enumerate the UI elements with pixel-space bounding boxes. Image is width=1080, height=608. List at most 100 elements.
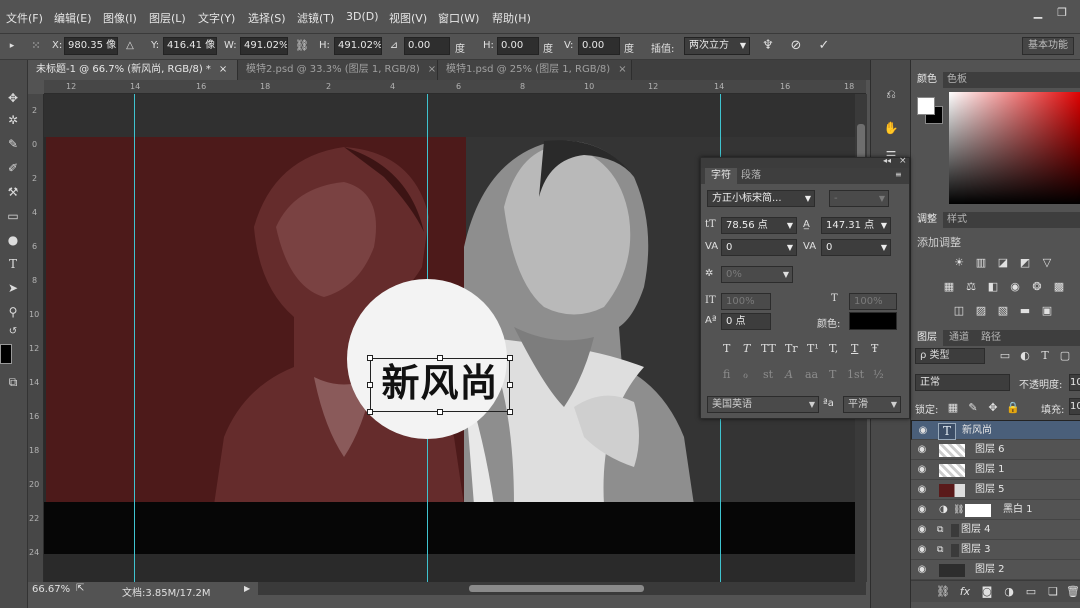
- all-caps-button[interactable]: TT: [761, 342, 776, 355]
- antialias-select[interactable]: 平滑 ▼: [843, 396, 901, 413]
- stylistic-alternates-button[interactable]: aa: [805, 368, 818, 381]
- layer-row[interactable]: ◉ T 新风尚: [911, 420, 1080, 440]
- menu-image[interactable]: 图像(I): [103, 10, 137, 26]
- tab-model1[interactable]: 模特1.psd @ 25% (图层 1, RGB/8) ×: [438, 60, 632, 80]
- lock-paint-icon[interactable]: ✎: [965, 401, 981, 415]
- swap-colors-icon[interactable]: ↺: [2, 322, 24, 342]
- close-icon[interactable]: ×: [899, 156, 907, 166]
- tab-adjustments[interactable]: 调整: [911, 212, 943, 228]
- menu-select[interactable]: 选择(S): [248, 10, 286, 26]
- hue-sat-icon[interactable]: ▦: [941, 280, 957, 294]
- transform-bounding-box[interactable]: [370, 358, 510, 412]
- layer-row[interactable]: ◉ ⧉ 图层 4: [911, 520, 1080, 540]
- faux-bold-button[interactable]: T: [723, 342, 730, 355]
- export-icon[interactable]: ⇱: [76, 583, 84, 594]
- layer-thumbnail[interactable]: [939, 564, 965, 577]
- status-menu-icon[interactable]: ▶: [244, 584, 250, 593]
- tab-layers[interactable]: 图层: [911, 330, 943, 346]
- foreground-color-swatch[interactable]: [0, 344, 12, 364]
- tab-character[interactable]: 字符: [705, 168, 737, 184]
- transform-handle[interactable]: [507, 409, 513, 415]
- fractions-button[interactable]: ½: [873, 368, 884, 381]
- tab-model2[interactable]: 模特2.psd @ 33.3% (图层 1, RGB/8) ×: [238, 60, 438, 80]
- swash-button[interactable]: A: [785, 368, 793, 381]
- exposure-icon[interactable]: ◩: [1017, 256, 1033, 270]
- mask-link-icon[interactable]: ⛓: [953, 503, 964, 517]
- panel-menu-icon[interactable]: ≡: [895, 170, 902, 179]
- kerning-field[interactable]: 0 ▼: [721, 239, 797, 256]
- filter-shape-icon[interactable]: ▢: [1057, 349, 1073, 363]
- visibility-eye-icon[interactable]: ◉: [915, 520, 929, 540]
- tab-untitled[interactable]: 未标题-1 @ 66.7% (新风尚, RGB/8) * ×: [28, 60, 238, 80]
- gradient-icon[interactable]: ▭: [2, 206, 24, 226]
- reference-point-icon[interactable]: ⁙: [26, 37, 46, 55]
- posterize-icon[interactable]: ▨: [973, 304, 989, 318]
- layer-row[interactable]: ◉ 图层 6: [911, 440, 1080, 460]
- transform-handle[interactable]: [367, 382, 373, 388]
- layer-thumbnail[interactable]: [939, 484, 965, 497]
- superscript-button[interactable]: T¹: [807, 342, 819, 355]
- tool-preset-icon[interactable]: ▸: [2, 37, 22, 55]
- layer-style-icon[interactable]: fx: [957, 585, 973, 599]
- x-field[interactable]: 980.35 像: [64, 37, 118, 55]
- tab-styles[interactable]: 样式: [941, 212, 973, 228]
- layer-filter-select[interactable]: ρ 类型: [915, 348, 985, 364]
- font-style-select[interactable]: - ▼: [829, 190, 889, 207]
- selective-color-icon[interactable]: ▣: [1039, 304, 1055, 318]
- tsume-field[interactable]: 0% ▼: [721, 266, 793, 283]
- menu-help[interactable]: 帮助(H): [492, 10, 531, 26]
- levels-icon[interactable]: ▥: [973, 256, 989, 270]
- character-panel[interactable]: ◂◂ × 字符 段落 ≡ 方正小标宋简... ▼ - ▼ tT 78.56 点 ▼ A…: [700, 156, 910, 419]
- screen-mode-icon[interactable]: ⧉: [2, 372, 24, 392]
- new-adjustment-icon[interactable]: ◑: [1001, 585, 1017, 599]
- filter-pixel-icon[interactable]: ▭: [997, 349, 1013, 363]
- warp-icon[interactable]: ♆: [758, 37, 778, 55]
- strikethrough-button[interactable]: Ŧ: [871, 342, 878, 355]
- minimize-icon[interactable]: ▁: [1028, 6, 1048, 20]
- link-layers-icon[interactable]: ⛓: [935, 585, 951, 599]
- history-icon[interactable]: ⎌: [881, 84, 901, 104]
- link-icon[interactable]: ⛓: [292, 37, 312, 55]
- lock-pixels-icon[interactable]: ▦: [945, 401, 961, 415]
- menu-window[interactable]: 窗口(W): [438, 10, 479, 26]
- color-lookup-icon[interactable]: ▩: [1051, 280, 1067, 294]
- zoom-level[interactable]: 66.67%: [32, 584, 70, 595]
- close-icon[interactable]: ×: [618, 64, 626, 75]
- commit-transform-icon[interactable]: ✓: [814, 37, 834, 55]
- threshold-icon[interactable]: ▧: [995, 304, 1011, 318]
- invert-icon[interactable]: ◫: [951, 304, 967, 318]
- menu-3d[interactable]: 3D(D): [346, 10, 379, 23]
- menu-file[interactable]: 文件(F): [6, 10, 43, 26]
- channel-mixer-icon[interactable]: ❂: [1029, 280, 1045, 294]
- visibility-eye-icon[interactable]: ◉: [915, 540, 929, 560]
- color-picker-field[interactable]: [949, 92, 1080, 204]
- hskew-field[interactable]: 0.00: [497, 37, 539, 55]
- restore-icon[interactable]: ❐: [1052, 6, 1072, 20]
- underline-button[interactable]: T: [851, 342, 858, 355]
- transform-handle[interactable]: [367, 409, 373, 415]
- ligatures-button[interactable]: fi: [723, 368, 730, 381]
- visibility-eye-icon[interactable]: ◉: [915, 440, 929, 460]
- close-icon[interactable]: ×: [428, 64, 436, 75]
- brush-icon[interactable]: ✐: [2, 158, 24, 178]
- tab-swatches[interactable]: 色板: [941, 72, 973, 88]
- layer-thumbnail[interactable]: [939, 444, 965, 457]
- interpolation-select[interactable]: 两次立方 ▼: [684, 37, 750, 55]
- fill-field[interactable]: 10: [1069, 398, 1080, 415]
- filter-type-icon[interactable]: T: [1037, 349, 1053, 363]
- collapse-icon[interactable]: ◂◂: [883, 156, 891, 165]
- transform-handle[interactable]: [507, 355, 513, 361]
- layer-thumbnail[interactable]: [951, 544, 959, 557]
- panel-header[interactable]: ◂◂ ×: [701, 156, 909, 168]
- ordinals-button[interactable]: 1st: [847, 368, 864, 381]
- filter-adjust-icon[interactable]: ◐: [1017, 349, 1033, 363]
- language-select[interactable]: 美国英语 ▼: [707, 396, 819, 413]
- titling-alternates-button[interactable]: T: [829, 368, 836, 381]
- move-tool-icon[interactable]: ✥: [2, 88, 24, 108]
- y-field[interactable]: 416.41 像: [163, 37, 217, 55]
- workspace-switcher[interactable]: 基本功能: [1022, 37, 1074, 55]
- tab-paragraph[interactable]: 段落: [735, 168, 767, 184]
- visibility-eye-icon[interactable]: ◉: [915, 480, 929, 500]
- guide-line[interactable]: [134, 94, 135, 582]
- relative-position-icon[interactable]: △: [120, 37, 140, 55]
